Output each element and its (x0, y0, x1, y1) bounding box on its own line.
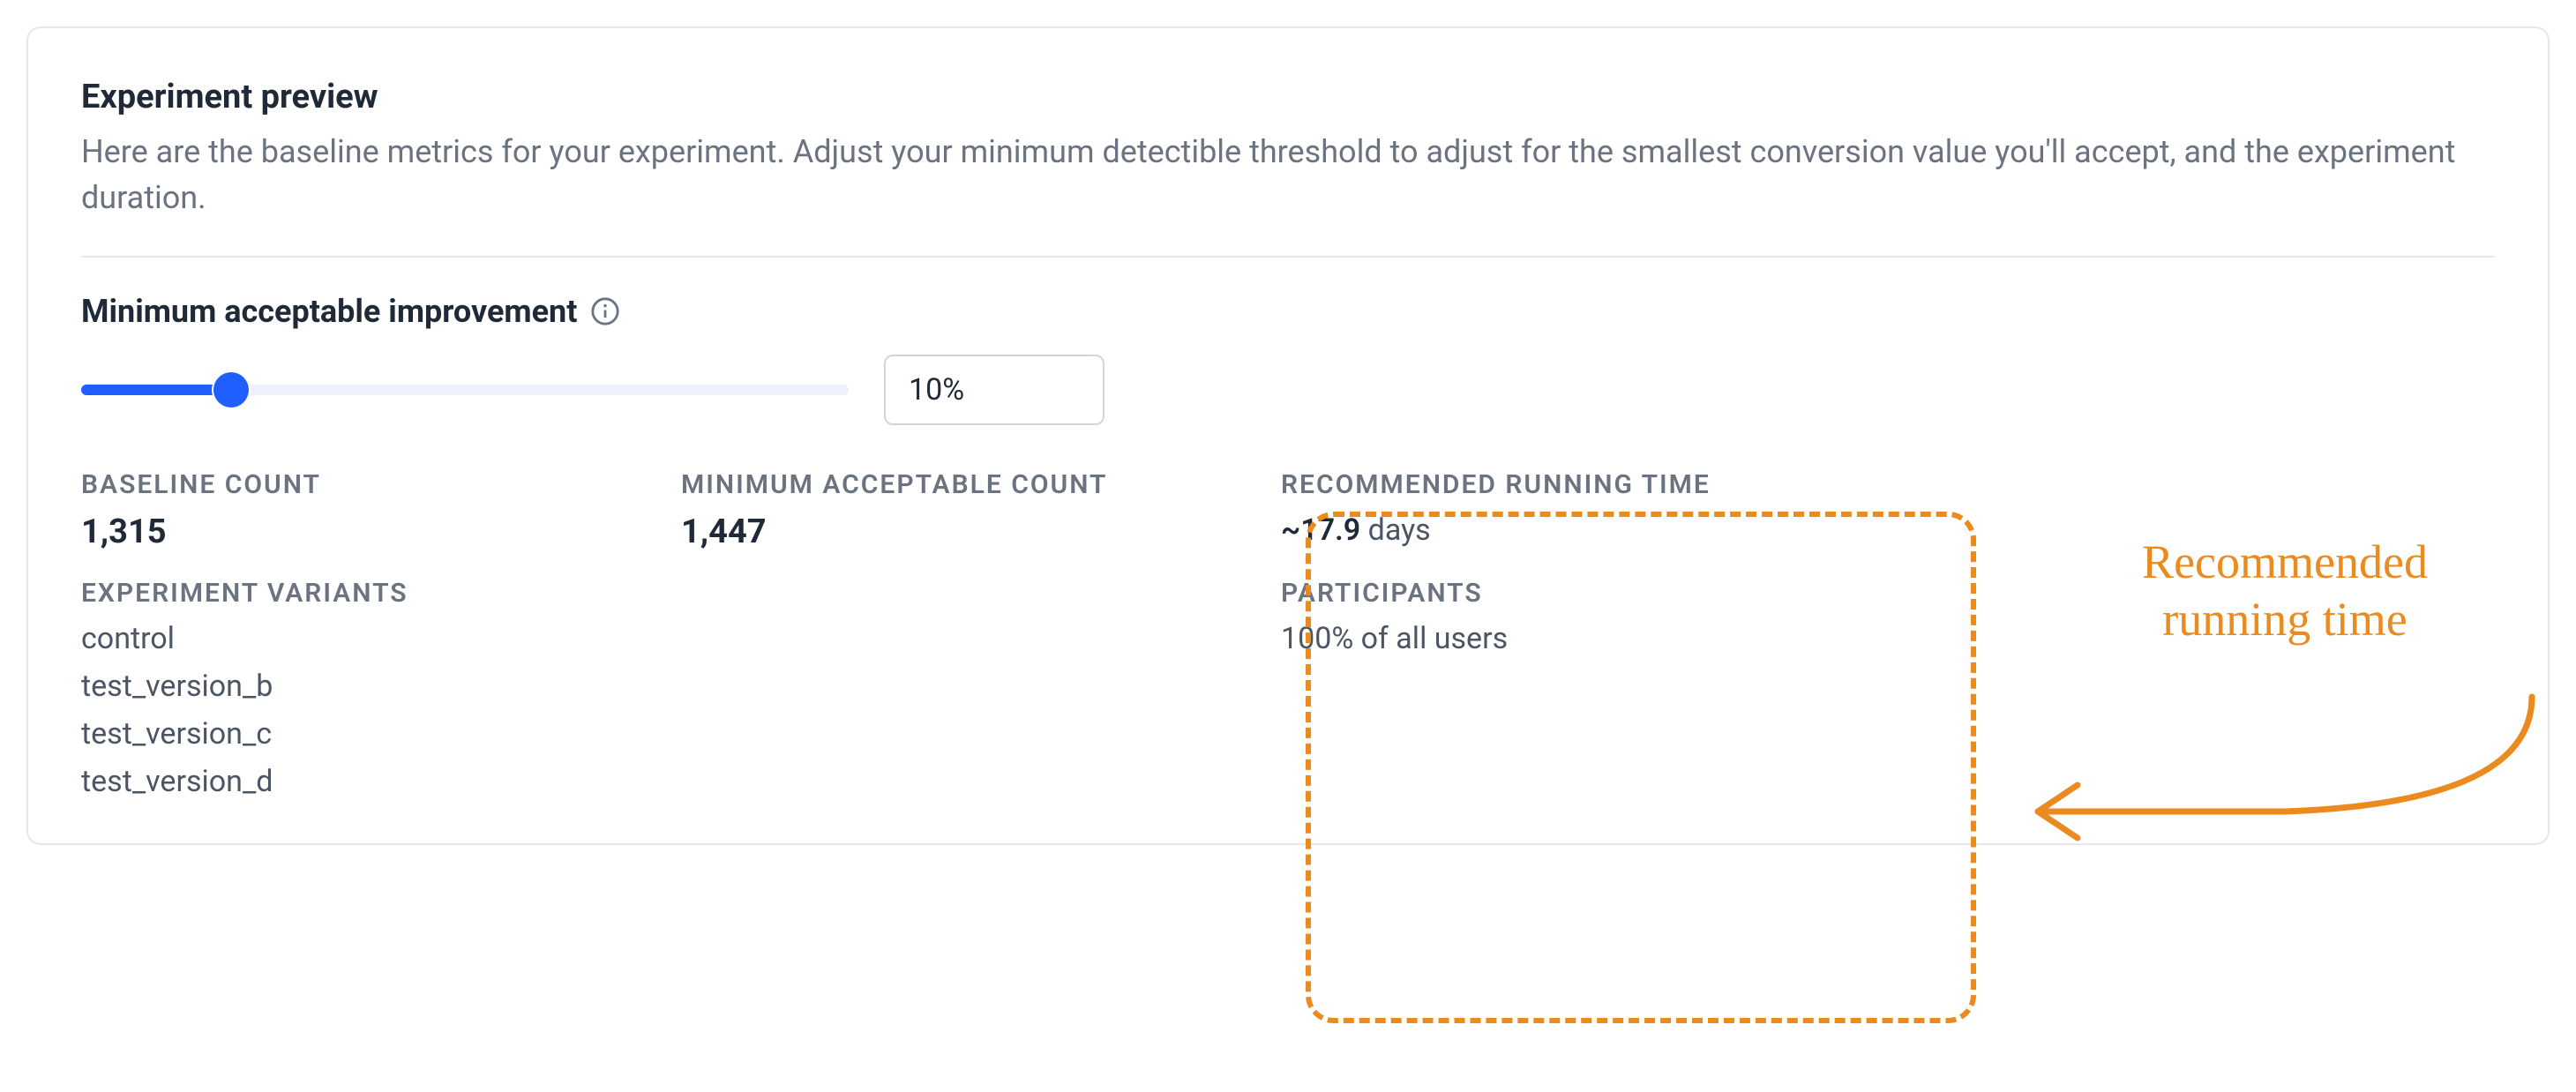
annotation-text: Recommended running time (2038, 534, 2532, 648)
info-icon[interactable] (589, 295, 621, 327)
baseline-count-value: 1,315 (81, 512, 681, 551)
participants-block: PARTICIPANTS 100% of all users (1281, 578, 1934, 799)
annotation-line1: Recommended (2038, 534, 2532, 591)
baseline-count-label: BASELINE COUNT (81, 469, 681, 500)
experiment-variants-block: EXPERIMENT VARIANTS control test_version… (81, 578, 1281, 799)
participants-label: PARTICIPANTS (1281, 578, 1934, 609)
experiment-variants-label: EXPERIMENT VARIANTS (81, 578, 1281, 609)
slider-fill (81, 385, 231, 395)
recommended-time-block: RECOMMENDED RUNNING TIME ~17.9 days (1281, 469, 1934, 551)
recommended-time-prefix: ~17.9 (1281, 512, 1360, 548)
recommended-time-suffix: days (1360, 512, 1431, 548)
improvement-slider[interactable] (81, 385, 849, 395)
recommended-time-value: ~17.9 days (1281, 512, 1934, 548)
annotation-line2: running time (2038, 591, 2532, 648)
page-title: Experiment preview (81, 78, 2495, 116)
list-item: control (81, 621, 1281, 656)
improvement-percent-input[interactable]: 10% (884, 355, 1105, 425)
recommended-time-label: RECOMMENDED RUNNING TIME (1281, 469, 1934, 500)
min-acceptable-count-block: MINIMUM ACCEPTABLE COUNT 1,447 (681, 469, 1281, 551)
baseline-count-block: BASELINE COUNT 1,315 (81, 469, 681, 551)
divider (81, 256, 2495, 258)
page-description: Here are the baseline metrics for your e… (81, 129, 2495, 221)
min-acceptable-count-label: MINIMUM ACCEPTABLE COUNT (681, 469, 1281, 500)
slider-thumb[interactable] (213, 372, 249, 408)
experiment-preview-card: Experiment preview Here are the baseline… (26, 26, 2550, 845)
improvement-label-row: Minimum acceptable improvement (81, 293, 2495, 330)
participants-value: 100% of all users (1281, 621, 1934, 656)
experiment-variants-list: control test_version_b test_version_c te… (81, 621, 1281, 799)
min-acceptable-count-value: 1,447 (681, 512, 1281, 551)
improvement-slider-row: 10% (81, 355, 2495, 425)
list-item: test_version_c (81, 716, 1281, 752)
list-item: test_version_d (81, 764, 1281, 799)
list-item: test_version_b (81, 669, 1281, 704)
improvement-label: Minimum acceptable improvement (81, 293, 577, 330)
